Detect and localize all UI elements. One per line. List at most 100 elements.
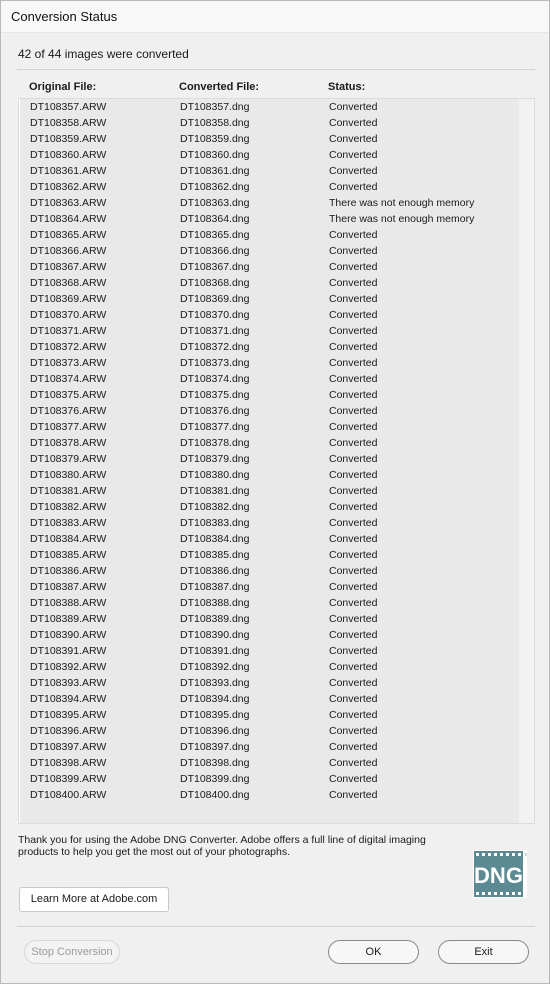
table-row[interactable]: DT108360.ARW DT108360.dng Converted [20,148,519,164]
dng-logo: DNG TM [473,850,527,898]
converted-file-cell: DT108358.dng [180,117,250,129]
table-row[interactable]: DT108391.ARW DT108391.dng Converted [20,644,519,660]
converted-file-cell: DT108400.dng [180,789,250,801]
converted-file-cell: DT108388.dng [180,597,250,609]
status-cell: Converted [329,245,378,257]
table-row[interactable]: DT108388.ARW DT108388.dng Converted [20,596,519,612]
top-divider [17,69,535,70]
table-row[interactable]: DT108369.ARW DT108369.dng Converted [20,292,519,308]
table-row[interactable]: DT108370.ARW DT108370.dng Converted [20,308,519,324]
original-file-cell: DT108388.ARW [30,597,107,609]
converted-file-cell: DT108363.dng [180,197,250,209]
converted-file-cell: DT108387.dng [180,581,250,593]
learn-more-button[interactable]: Learn More at Adobe.com [19,887,169,912]
table-row[interactable]: DT108400.ARW DT108400.dng Converted [20,788,519,804]
status-cell: Converted [329,453,378,465]
converted-file-cell: DT108364.dng [180,213,250,225]
original-file-cell: DT108375.ARW [30,389,107,401]
original-file-cell: DT108362.ARW [30,181,107,193]
status-cell: Converted [329,485,378,497]
status-cell: Converted [329,325,378,337]
status-cell: Converted [329,645,378,657]
status-cell: Converted [329,661,378,673]
original-file-cell: DT108396.ARW [30,725,107,737]
ok-button[interactable]: OK [328,940,419,964]
table-row[interactable]: DT108393.ARW DT108393.dng Converted [20,676,519,692]
original-file-cell: DT108357.ARW [30,101,107,113]
converted-file-cell: DT108389.dng [180,613,250,625]
table-row[interactable]: DT108377.ARW DT108377.dng Converted [20,420,519,436]
table-row[interactable]: DT108383.ARW DT108383.dng Converted [20,516,519,532]
table-row[interactable]: DT108385.ARW DT108385.dng Converted [20,548,519,564]
converted-file-cell: DT108397.dng [180,741,250,753]
thank-you-line-1: Thank you for using the Adobe DNG Conver… [18,834,426,846]
table-row[interactable]: DT108357.ARW DT108357.dng Converted [20,100,519,116]
table-row[interactable]: DT108367.ARW DT108367.dng Converted [20,260,519,276]
status-cell: Converted [329,165,378,177]
original-file-cell: DT108382.ARW [30,501,107,513]
table-row[interactable]: DT108394.ARW DT108394.dng Converted [20,692,519,708]
converted-file-cell: DT108383.dng [180,517,250,529]
table-header: Original File: Converted File: Status: [18,74,535,98]
table-row[interactable]: DT108374.ARW DT108374.dng Converted [20,372,519,388]
table-row[interactable]: DT108365.ARW DT108365.dng Converted [20,228,519,244]
table-row[interactable]: DT108396.ARW DT108396.dng Converted [20,724,519,740]
converted-file-cell: DT108376.dng [180,405,250,417]
table-row[interactable]: DT108382.ARW DT108382.dng Converted [20,500,519,516]
status-cell: Converted [329,181,378,193]
status-cell: Converted [329,117,378,129]
stop-conversion-button[interactable]: Stop Conversion [24,940,120,964]
converted-file-cell: DT108360.dng [180,149,250,161]
table-row[interactable]: DT108390.ARW DT108390.dng Converted [20,628,519,644]
table-row[interactable]: DT108384.ARW DT108384.dng Converted [20,532,519,548]
status-cell: Converted [329,309,378,321]
original-file-cell: DT108368.ARW [30,277,107,289]
original-file-cell: DT108393.ARW [30,677,107,689]
table-row[interactable]: DT108392.ARW DT108392.dng Converted [20,660,519,676]
converted-file-cell: DT108370.dng [180,309,250,321]
table-row[interactable]: DT108398.ARW DT108398.dng Converted [20,756,519,772]
status-cell: Converted [329,501,378,513]
dng-logo-trademark: TM [524,852,527,857]
table-row[interactable]: DT108358.ARW DT108358.dng Converted [20,116,519,132]
table-row[interactable]: DT108397.ARW DT108397.dng Converted [20,740,519,756]
table-row[interactable]: DT108372.ARW DT108372.dng Converted [20,340,519,356]
thank-you-message: Thank you for using the Adobe DNG Conver… [18,834,438,858]
table-row[interactable]: DT108378.ARW DT108378.dng Converted [20,436,519,452]
table-row[interactable]: DT108380.ARW DT108380.dng Converted [20,468,519,484]
table-row[interactable]: DT108381.ARW DT108381.dng Converted [20,484,519,500]
table-row[interactable]: DT108379.ARW DT108379.dng Converted [20,452,519,468]
table-row[interactable]: DT108363.ARW DT108363.dng There was not en… [20,196,519,212]
table-row[interactable]: DT108371.ARW DT108371.dng Converted [20,324,519,340]
table-row[interactable]: DT108387.ARW DT108387.dng Converted [20,580,519,596]
table-row[interactable]: DT108375.ARW DT108375.dng Converted [20,388,519,404]
table-row[interactable]: DT108366.ARW DT108366.dng Converted [20,244,519,260]
original-file-cell: DT108386.ARW [30,565,107,577]
original-file-cell: DT108363.ARW [30,197,107,209]
original-file-cell: DT108361.ARW [30,165,107,177]
converted-file-cell: DT108377.dng [180,421,250,433]
original-file-cell: DT108390.ARW [30,629,107,641]
status-cell: Converted [329,293,378,305]
table-row[interactable]: DT108368.ARW DT108368.dng Converted [20,276,519,292]
table-row[interactable]: DT108373.ARW DT108373.dng Converted [20,356,519,372]
table-row[interactable]: DT108361.ARW DT108361.dng Converted [20,164,519,180]
original-file-cell: DT108389.ARW [30,613,107,625]
status-cell: Converted [329,149,378,161]
original-file-cell: DT108384.ARW [30,533,107,545]
table-row[interactable]: DT108389.ARW DT108389.dng Converted [20,612,519,628]
table-row[interactable]: DT108364.ARW DT108364.dng There was not en… [20,212,519,228]
table-row[interactable]: DT108395.ARW DT108395.dng Converted [20,708,519,724]
original-file-cell: DT108397.ARW [30,741,107,753]
table-row[interactable]: DT108359.ARW DT108359.dng Converted [20,132,519,148]
table-row[interactable]: DT108362.ARW DT108362.dng Converted [20,180,519,196]
vertical-scrollbar[interactable] [519,99,534,823]
table-row[interactable]: DT108386.ARW DT108386.dng Converted [20,564,519,580]
original-file-cell: DT108399.ARW [30,773,107,785]
original-file-cell: DT108381.ARW [30,485,107,497]
table-row[interactable]: DT108376.ARW DT108376.dng Converted [20,404,519,420]
exit-button[interactable]: Exit [438,940,529,964]
conversion-summary: 42 of 44 images were converted [18,47,189,61]
table-row[interactable]: DT108399.ARW DT108399.dng Converted [20,772,519,788]
results-list[interactable]: DT108357.ARW DT108357.dng Converted DT10835… [18,98,535,824]
